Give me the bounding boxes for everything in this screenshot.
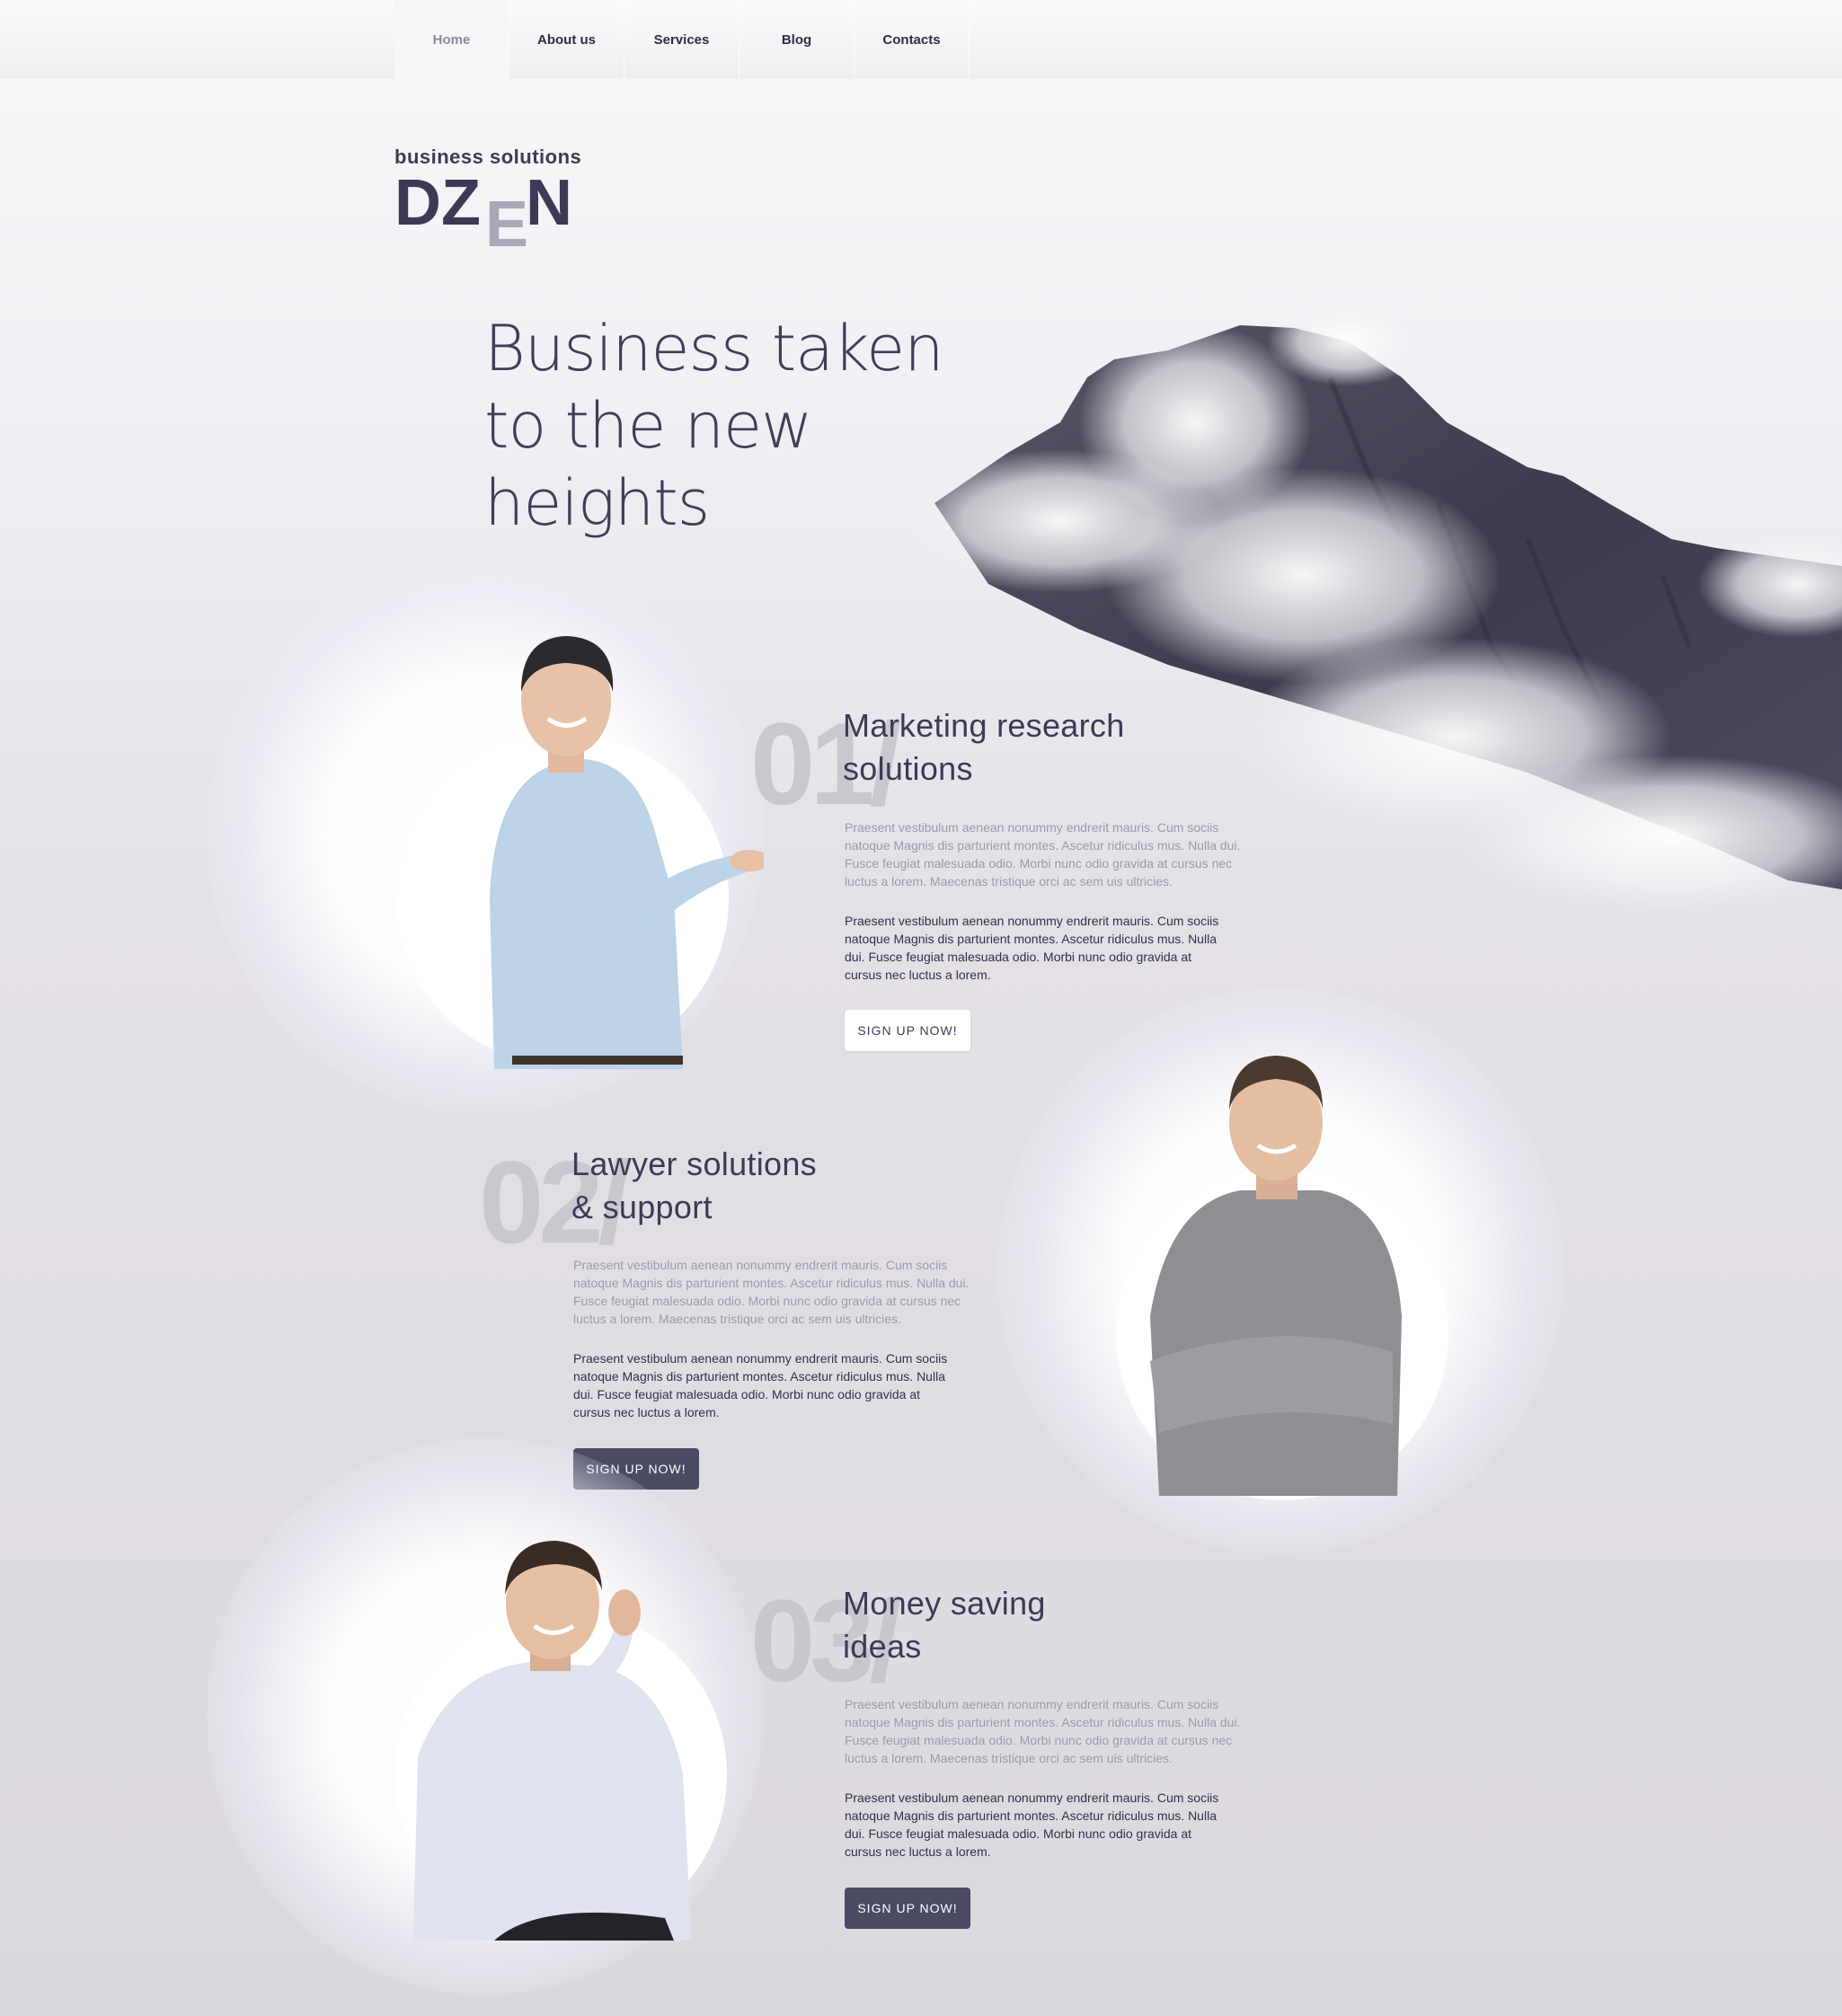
nav-item-services[interactable]: Services xyxy=(624,0,739,79)
hero-line-3: heights xyxy=(484,466,710,540)
feature-title: Money saving ideas xyxy=(843,1585,1046,1665)
feature-text: Praesent vestibulum aenean nonummy endre… xyxy=(845,1791,1219,1859)
nav-menu: Home About us Services Blog Contacts xyxy=(394,0,970,79)
feature-text: Praesent vestibulum aenean nonummy endre… xyxy=(573,1351,948,1419)
hero-heading: Business taken to the new heights xyxy=(484,310,987,542)
site-logo[interactable]: business solutions DZ N E xyxy=(394,146,582,257)
sign-up-button[interactable]: SIGN UP NOW! xyxy=(845,1010,970,1051)
top-navigation: Home About us Services Blog Contacts xyxy=(0,0,1842,79)
feature-text: Praesent vestibulum aenean nonummy endre… xyxy=(845,914,1219,982)
nav-item-blog[interactable]: Blog xyxy=(739,0,855,79)
logo-word-right: N xyxy=(525,167,572,239)
logo-tagline: business solutions xyxy=(394,146,582,168)
nav-item-about-us[interactable]: About us xyxy=(509,0,624,79)
feature-title: Marketing research solutions xyxy=(843,707,1125,787)
feature-text-muted: Praesent vestibulum aenean nonummy endre… xyxy=(573,1258,970,1326)
sign-up-button[interactable]: SIGN UP NOW! xyxy=(845,1888,970,1929)
nav-item-home[interactable]: Home xyxy=(394,0,509,79)
logo-wordmark: DZ N E xyxy=(394,171,581,257)
nav-item-contacts[interactable]: Contacts xyxy=(855,0,970,79)
feature-text-muted: Praesent vestibulum aenean nonummy endre… xyxy=(845,820,1241,889)
logo-word-left: DZ xyxy=(394,167,481,239)
person-thinking-photo xyxy=(395,1541,727,1941)
feature-title: Lawyer solutions & support xyxy=(571,1145,817,1225)
person-presenting-photo xyxy=(396,636,764,1069)
person-arms-crossed-photo xyxy=(1116,1056,1448,1500)
hero-line-1: Business taken xyxy=(484,312,944,385)
hero-line-2: to the new xyxy=(484,389,812,463)
logo-word-e: E xyxy=(485,189,529,261)
feature-text-muted: Praesent vestibulum aenean nonummy endre… xyxy=(845,1697,1241,1765)
